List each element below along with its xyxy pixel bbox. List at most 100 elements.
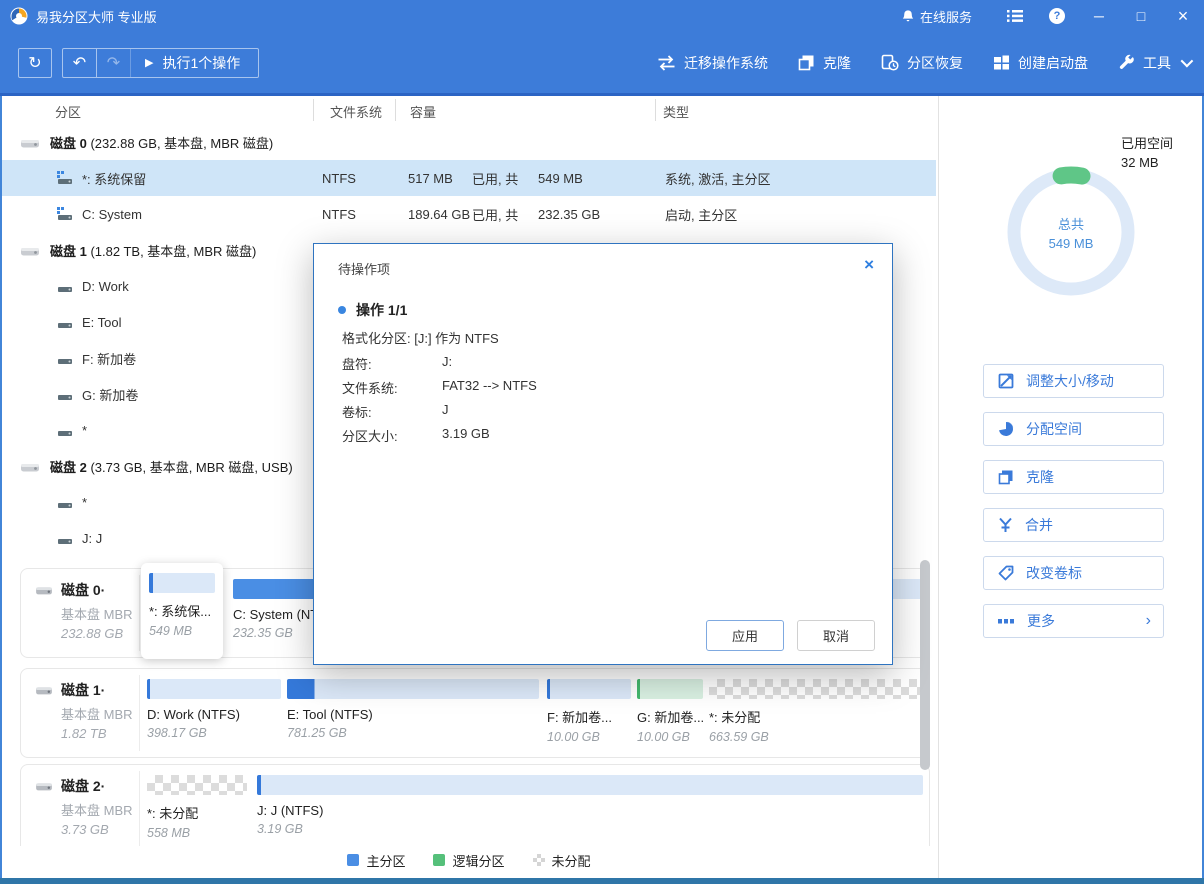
map-partition-size: 10.00 GB <box>637 730 703 744</box>
detail-label: 卷标: <box>342 405 372 420</box>
disk-name: 磁盘 1 <box>50 241 87 260</box>
disk-icon <box>20 242 40 258</box>
map-disk-name: 磁盘 0· <box>61 580 105 600</box>
resize-move-button[interactable]: 调整大小/移动 <box>983 364 1164 398</box>
map-disk-kind: 基本盘 MBR <box>61 704 133 723</box>
tag-icon <box>998 565 1014 581</box>
partition-bar <box>147 679 281 699</box>
partition-label: * <box>82 495 87 510</box>
map-partition[interactable]: J: J (NTFS) 3.19 GB <box>257 775 923 847</box>
partition-icon <box>57 387 73 401</box>
map-partition-label: *: 未分配 <box>147 803 247 822</box>
map-partition-size: 663.59 GB <box>709 730 923 744</box>
map-partition[interactable]: E: Tool (NTFS) 781.25 GB <box>287 679 539 751</box>
redo-button[interactable]: ↷ <box>97 49 131 77</box>
pending-operations-dialog: 待操作项 × 操作 1/1 格式化分区: [J:] 作为 NTFS 盘符:J: … <box>313 243 893 665</box>
detail-label: 盘符: <box>342 357 372 372</box>
detail-value: J <box>442 402 449 417</box>
vertical-scrollbar[interactable] <box>920 560 930 770</box>
allocate-space-label: 分配空间 <box>1026 419 1082 439</box>
map-partition-size: 398.17 GB <box>147 726 281 740</box>
capacity-mid: 已用, 共 <box>472 169 518 188</box>
migrate-os-button[interactable]: 迁移操作系统 <box>657 53 768 73</box>
partition-used: 517 MB <box>408 171 453 186</box>
detail-value: 3.19 GB <box>442 426 490 441</box>
unallocated-swatch <box>533 854 545 866</box>
undo-button[interactable]: ↶ <box>63 49 97 77</box>
detail-label: 分区大小: <box>342 429 398 444</box>
logical-partition-swatch <box>433 854 445 866</box>
operation-list-button[interactable] <box>994 0 1036 32</box>
map-partition[interactable]: F: 新加卷... 10.00 GB <box>547 679 631 751</box>
legend-bar: 主分区 逻辑分区 未分配 <box>0 846 938 874</box>
disk-icon <box>20 134 40 150</box>
partition-row[interactable]: C: System NTFS 189.64 GB 已用, 共 232.35 GB… <box>2 196 936 232</box>
map-partition-selected[interactable]: *: 系统保... 549 MB <box>141 563 223 659</box>
usage-donut-chart: 总共 549 MB <box>1005 166 1137 298</box>
clone-button[interactable]: 克隆 <box>798 53 851 73</box>
maximize-button[interactable]: □ <box>1120 0 1162 32</box>
map-partition-label: J: J (NTFS) <box>257 803 923 818</box>
map-partition[interactable]: D: Work (NTFS) 398.17 GB <box>147 679 281 751</box>
clone-partition-button[interactable]: 克隆 <box>983 460 1164 494</box>
minimize-button[interactable]: ─ <box>1078 0 1120 32</box>
map-partition-label: G: 新加卷... <box>637 707 703 726</box>
resize-move-label: 调整大小/移动 <box>1026 371 1114 391</box>
help-button[interactable]: ? <box>1036 0 1078 32</box>
partition-recovery-button[interactable]: 分区恢复 <box>881 53 963 73</box>
app-window: 易我分区大师 专业版 在线服务 ? ─ □ × ↻ ↶ ↷ ▶ 执行1个操作 <box>0 0 1204 884</box>
refresh-button[interactable]: ↻ <box>18 48 52 78</box>
disk-row[interactable]: 磁盘 0 (232.88 GB, 基本盘, MBR 磁盘) <box>2 124 936 160</box>
toolbar: ↻ ↶ ↷ ▶ 执行1个操作 迁移操作系统 克隆 分区恢复 <box>0 32 1204 96</box>
partition-row-selected[interactable]: *: 系统保留 NTFS 517 MB 已用, 共 549 MB 系统, 激活,… <box>2 160 936 196</box>
dialog-close-button[interactable]: × <box>864 255 874 275</box>
partition-bar <box>709 679 923 699</box>
legend-logical: 逻辑分区 <box>452 851 504 870</box>
partition-label: *: 系统保留 <box>82 169 146 188</box>
map-disk-name: 磁盘 2· <box>61 776 105 796</box>
disk-map-1: 磁盘 1· 基本盘 MBR 1.82 TB D: Work (NTFS) 398… <box>20 668 930 758</box>
execute-operations-label: 执行1个操作 <box>162 53 240 73</box>
partition-icon <box>57 171 73 185</box>
apply-button[interactable]: 应用 <box>706 620 784 651</box>
execute-operations-button[interactable]: ▶ 执行1个操作 <box>131 49 258 77</box>
table-header: 分区 文件系统 容量 类型 <box>0 96 938 124</box>
online-service-button[interactable]: 在线服务 <box>901 7 972 26</box>
partition-icon <box>57 207 73 221</box>
map-partition-label: E: Tool (NTFS) <box>287 707 539 722</box>
detail-value: FAT32 --> NTFS <box>442 378 537 393</box>
partition-label: J: J <box>82 531 102 546</box>
create-boot-disk-label: 创建启动盘 <box>1018 53 1088 73</box>
more-button[interactable]: 更多 › <box>983 604 1164 638</box>
merge-button[interactable]: 合并 <box>983 508 1164 542</box>
map-partition-label: D: Work (NTFS) <box>147 707 281 722</box>
create-boot-disk-button[interactable]: 创建启动盘 <box>993 53 1088 73</box>
online-service-label: 在线服务 <box>920 7 972 26</box>
map-partition[interactable]: G: 新加卷... 10.00 GB <box>637 679 703 751</box>
partition-fs: NTFS <box>322 171 356 186</box>
clone-label: 克隆 <box>823 53 851 73</box>
ellipsis-icon <box>998 619 1015 624</box>
legend-unallocated: 未分配 <box>552 851 591 870</box>
disk-icon <box>35 683 53 697</box>
partition-label: D: Work <box>82 279 129 294</box>
cancel-button[interactable]: 取消 <box>797 620 875 651</box>
partition-bar <box>257 775 923 795</box>
right-sidebar: 已用空间 32 MB 总共 549 MB 调整大小/移动 分配空间 克隆 <box>938 96 1204 878</box>
close-button[interactable]: × <box>1162 0 1204 32</box>
partition-icon <box>57 279 73 293</box>
donut-total-label: 总共 <box>1058 214 1084 233</box>
allocate-space-button[interactable]: 分配空间 <box>983 412 1164 446</box>
change-label-button[interactable]: 改变卷标 <box>983 556 1164 590</box>
chevron-right-icon: › <box>1146 613 1151 629</box>
map-disk-size: 232.88 GB <box>61 626 133 641</box>
app-title: 易我分区大师 专业版 <box>36 7 157 26</box>
tools-button[interactable]: 工具 <box>1118 53 1190 73</box>
map-partition-size: 558 MB <box>147 826 247 840</box>
clone-icon <box>998 469 1014 485</box>
map-partition-label: *: 系统保... <box>149 601 215 620</box>
map-partition-unallocated[interactable]: *: 未分配 663.59 GB <box>709 679 923 751</box>
primary-partition-swatch <box>347 854 359 866</box>
partition-used: 189.64 GB <box>408 207 470 222</box>
map-partition-unallocated[interactable]: *: 未分配 558 MB <box>147 775 247 847</box>
